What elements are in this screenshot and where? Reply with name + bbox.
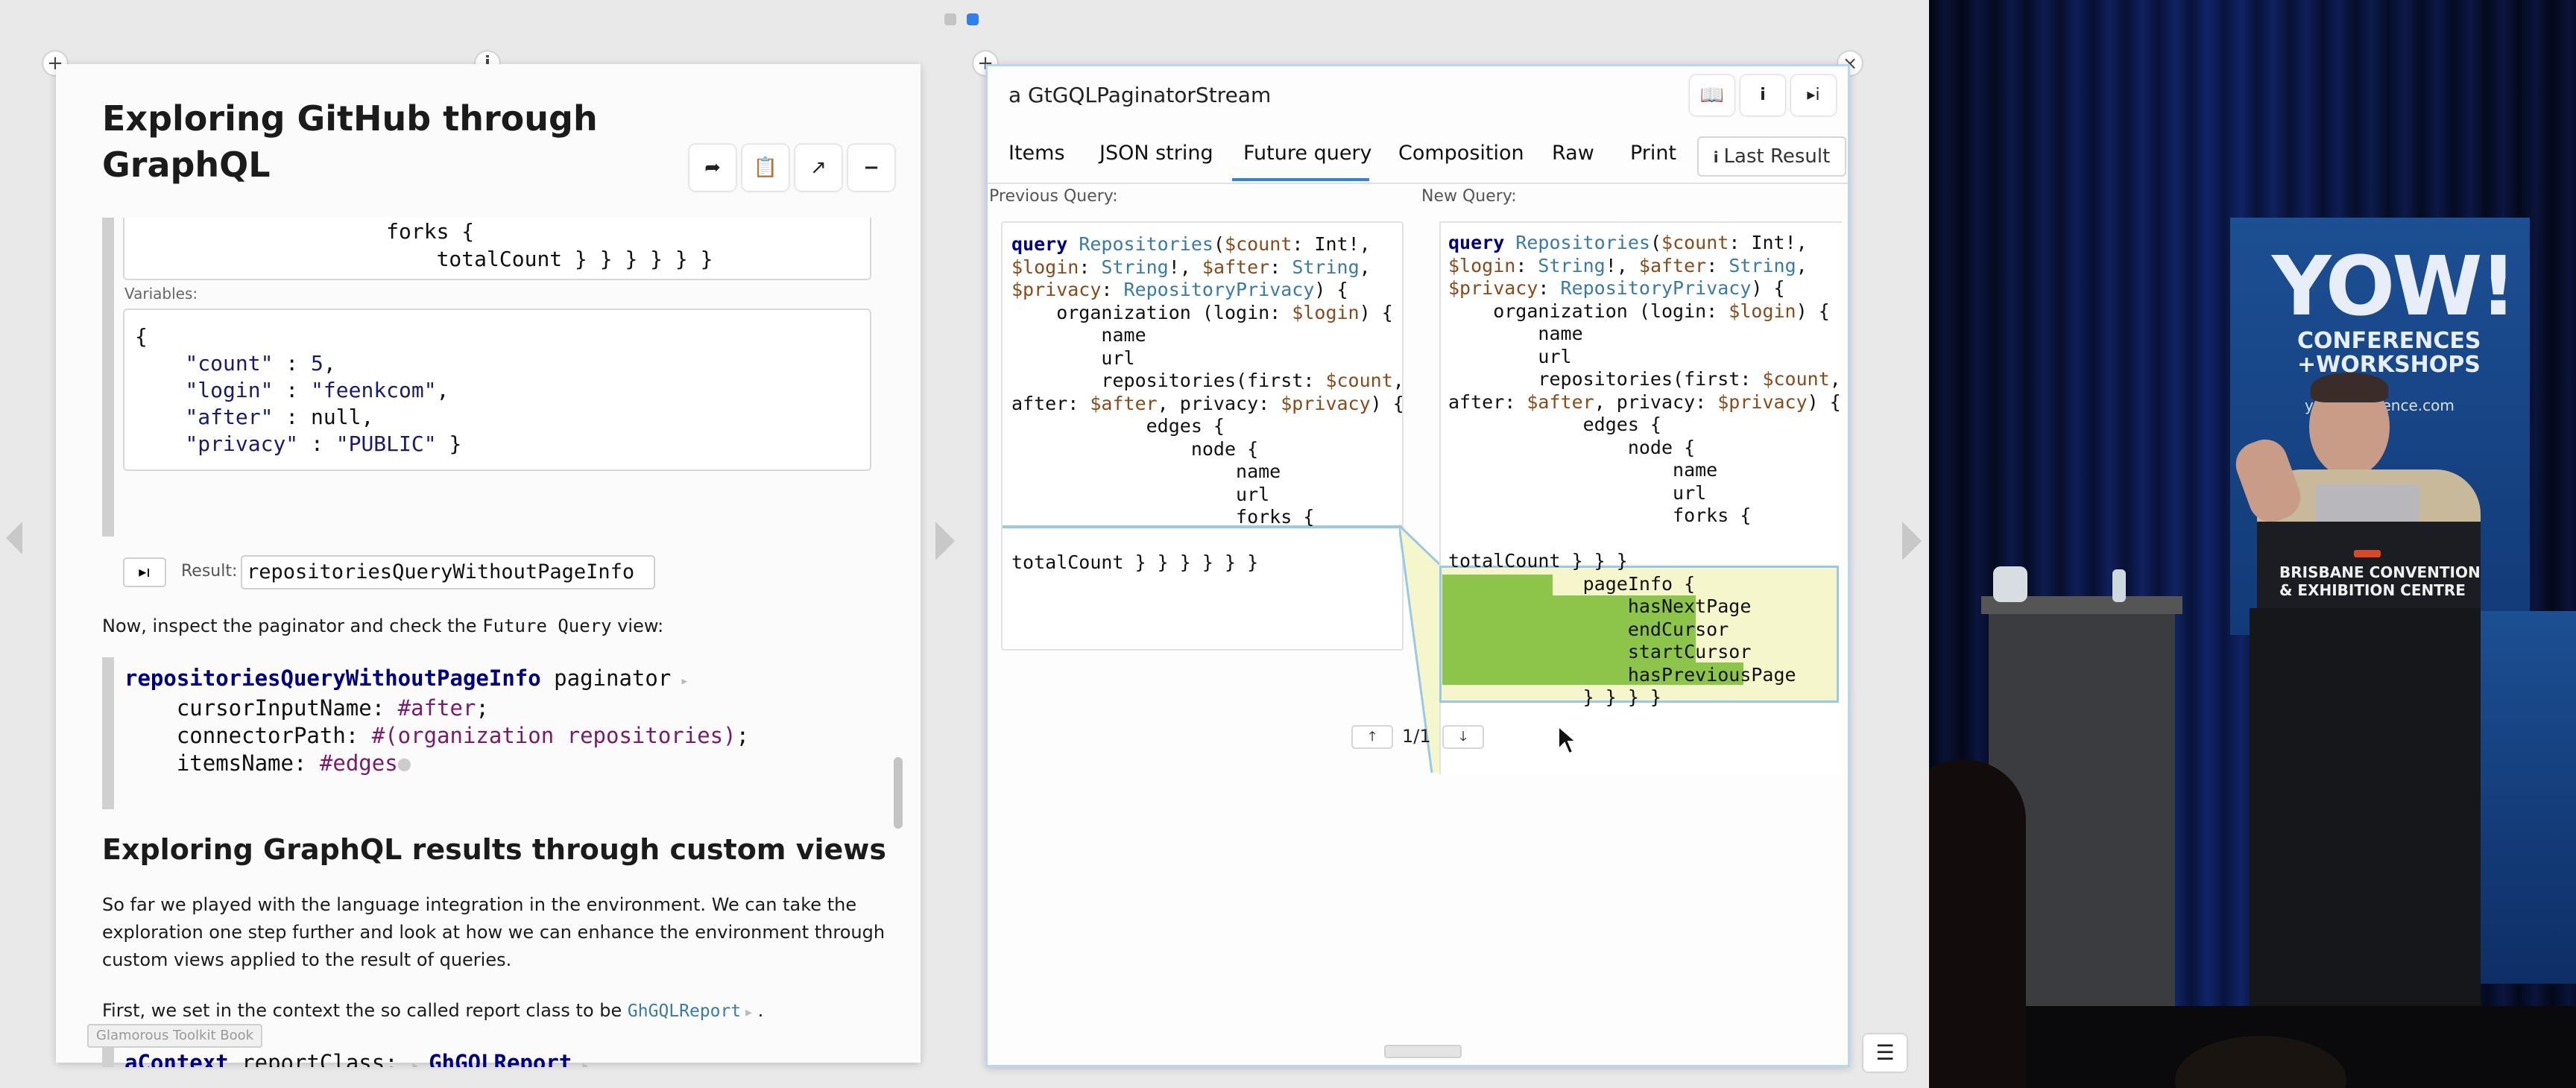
new-query-label: New Query: — [1421, 187, 1517, 206]
bottom-snippet[interactable]: aContext reportClass: ▸ GhGQLReport ▸ — [124, 1049, 590, 1067]
inspector-title: a GtGQLPaginatorStream — [1008, 83, 1272, 107]
podium-text-1: BRISBANE CONVENTION — [2279, 563, 2481, 581]
snippet-line-items-name: itemsName: #edges● — [124, 750, 411, 776]
last-result-label: Last Result — [1723, 145, 1831, 168]
paginator-snippet[interactable]: repositoriesQueryWithoutPageInfo paginat… — [124, 665, 870, 806]
tab-items[interactable]: Items — [1008, 135, 1065, 172]
open-external-button[interactable]: ↗ — [795, 145, 842, 191]
query-code-box[interactable]: forks { totalCount } } } } } } — [123, 218, 871, 280]
book-badge[interactable]: Glamorous Toolkit Book — [87, 1024, 263, 1048]
expand-triangle-icon[interactable]: ▸ — [671, 671, 689, 689]
last-result-button[interactable]: i Last Result — [1697, 136, 1846, 177]
previous-page-arrow-icon[interactable] — [6, 522, 22, 554]
paginator-snippet-bar — [102, 657, 114, 809]
window-indicator-blue[interactable] — [967, 13, 979, 25]
result-label: Result: — [181, 562, 238, 581]
section-title: Exploring GraphQL results through custom… — [102, 833, 887, 866]
future-query-code: Future Query — [482, 616, 612, 636]
podium-base — [2250, 608, 2481, 1010]
minimize-button[interactable]: − — [848, 145, 894, 191]
variables-code-box[interactable]: { "count" : 5, "login" : "feenkcom", "af… — [123, 309, 871, 471]
variables-label: Variables: — [124, 285, 198, 303]
tab-future-query[interactable]: Future query — [1243, 135, 1372, 172]
tab-print[interactable]: Print — [1630, 135, 1676, 172]
middle-page-arrow-icon[interactable] — [935, 522, 955, 560]
podium-logo-icon — [2354, 550, 2381, 557]
stage-video: YOW! CONFERENCES +WORKSHOPS yowconferenc… — [1929, 0, 2576, 1088]
snippet-margin-bar — [102, 218, 114, 537]
inspector-card: a GtGQLPaginatorStream 📖 i ▸i Items JSON… — [985, 64, 1850, 1067]
water-jug — [1993, 566, 2027, 602]
previous-query-code: query Repositories($count: Int!, $login:… — [1011, 233, 1404, 573]
tab-json-string[interactable]: JSON string — [1099, 135, 1213, 172]
new-query-panel[interactable]: query Repositories($count: Int!, $login:… — [1439, 221, 1842, 777]
next-page-arrow-icon[interactable] — [1902, 522, 1922, 560]
banner-yow-text: YOW! — [2272, 238, 2517, 334]
audience-silhouette-1 — [1929, 760, 2026, 1088]
podium-text-2: & EXHIBITION CENTRE — [2279, 581, 2466, 599]
book-page-card: Exploring GitHub through GraphQL ➦ 📋 ↗ −… — [56, 64, 921, 1067]
snippet-line-cursor-input: cursorInputName: #after; — [124, 695, 489, 721]
inspect-paragraph: Now, inspect the paginator and check the… — [102, 616, 664, 636]
section-paragraph-2: First, we set in the context the so call… — [102, 1000, 764, 1021]
snippet-receiver: repositoriesQueryWithoutPageInfo — [124, 665, 541, 691]
resize-grip[interactable] — [1384, 1045, 1462, 1058]
menu-button[interactable]: ☰ — [1863, 1034, 1907, 1072]
tab-composition[interactable]: Composition — [1398, 135, 1524, 172]
book-button[interactable]: 📖 — [1690, 75, 1734, 116]
last-result-icon: i — [1713, 148, 1724, 166]
speaker-hair — [2311, 373, 2388, 402]
section-paragraph-1: So far we played with the language integ… — [102, 894, 886, 970]
inspect-button[interactable]: i — [1740, 75, 1785, 116]
copy-button[interactable]: 📋 — [742, 145, 789, 191]
page-content: forks { totalCount } } } } } } Variables… — [56, 218, 921, 1067]
bottom-snippet-bar — [102, 1045, 114, 1067]
previous-query-panel[interactable]: query Repositories($count: Int!, $login:… — [1001, 221, 1404, 651]
banner-conferences-text: CONFERENCES — [2297, 328, 2481, 354]
side-binary-strip — [2469, 611, 2576, 984]
glamorous-toolkit-window: + i Exploring GitHub through GraphQL ➦ 📋… — [0, 0, 1929, 1088]
tab-raw[interactable]: Raw — [1552, 135, 1594, 172]
previous-query-label: Previous Query: — [989, 187, 1118, 206]
run-snippet-button[interactable]: ▸ı — [123, 557, 166, 587]
mouse-cursor-icon — [1558, 725, 1576, 755]
variables-code: { "count" : 5, "login" : "feenkcom", "af… — [135, 324, 462, 456]
snippet-line-connector-path: connectorPath: #(organization repositori… — [124, 723, 750, 748]
bottom-snippet-receiver: aContext — [124, 1050, 229, 1067]
share-button[interactable]: ➦ — [689, 145, 736, 191]
new-query-code: query Repositories($count: Int!, $login:… — [1448, 232, 1841, 708]
banner-workshops-text: +WORKSHOPS — [2297, 352, 2481, 378]
pager-up-button[interactable]: 🡑 — [1351, 725, 1393, 749]
left-scrollbar[interactable] — [894, 757, 903, 829]
window-indicator-gray[interactable] — [944, 13, 956, 25]
pager-down-button[interactable]: 🡓 — [1442, 725, 1484, 749]
water-bottle — [2112, 569, 2126, 602]
pager-label: 1/1 — [1402, 726, 1431, 747]
play-inspect-button[interactable]: ▸i — [1791, 75, 1836, 116]
result-value[interactable]: repositoriesQueryWithoutPageInfo — [241, 555, 655, 589]
bottom-snippet-arg: GhGQLReport — [429, 1050, 572, 1067]
active-tab-underline — [1232, 178, 1369, 181]
ghgqlreport-link[interactable]: GhGQLReport — [628, 1002, 741, 1021]
page-title: Exploring GitHub through GraphQL — [102, 98, 598, 185]
bottom-snippet-message: reportClass: — [228, 1050, 411, 1067]
query-code-tail: forks { totalCount } } } } } } — [386, 219, 713, 271]
snippet-message: paginator — [540, 665, 672, 691]
